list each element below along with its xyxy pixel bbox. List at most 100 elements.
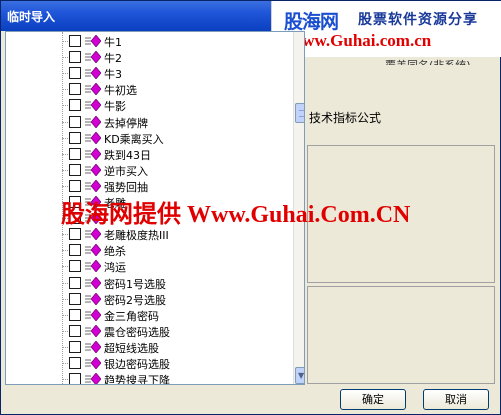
tree-item[interactable]: 牛2 <box>6 49 290 65</box>
tree-item-checkbox[interactable] <box>69 340 81 353</box>
tree-item-checkbox[interactable] <box>69 131 81 144</box>
tree-item-label: 银边密码选股 <box>104 358 170 371</box>
tree-connector <box>62 363 68 364</box>
formula-type-label: 技术指标公式 <box>309 111 382 125</box>
tree-item[interactable]: 强势回抽 <box>6 178 290 194</box>
tree-item[interactable]: 跌到43日 <box>6 146 290 162</box>
tree-item-checkbox[interactable] <box>69 276 81 289</box>
scroll-thumb[interactable] <box>295 103 304 123</box>
tree-item-checkbox[interactable] <box>69 244 81 257</box>
tree-item[interactable]: 牛影 <box>6 97 290 113</box>
grip-icon <box>299 110 304 117</box>
ok-button[interactable]: 确定 <box>340 389 406 410</box>
tree-connector <box>62 314 68 316</box>
formula-icon <box>85 147 101 160</box>
tree-connector <box>62 57 68 59</box>
tree-connector <box>62 169 68 171</box>
tree-item-label: 逆市买入 <box>104 164 148 178</box>
tree-item-checkbox[interactable] <box>69 67 81 80</box>
tree-connector <box>62 298 68 300</box>
formula-icon <box>85 51 101 64</box>
tree-connector <box>62 153 68 155</box>
tree-item-checkbox[interactable] <box>69 99 81 112</box>
tree-item[interactable]: 牛3 <box>6 65 290 81</box>
tree-item-label: 牛1 <box>104 36 122 49</box>
formula-icon <box>85 357 101 369</box>
formula-icon <box>85 83 101 96</box>
tree-connector <box>62 379 68 381</box>
watermark-slogan: 股票软件资源分享 <box>358 12 478 28</box>
tree-item-checkbox[interactable] <box>69 35 81 47</box>
tree-item-label: 牛初选 <box>104 84 137 98</box>
tree-item-label: 金三角密码 <box>104 309 159 323</box>
tree-item-checkbox[interactable] <box>69 324 81 337</box>
scroll-down-button[interactable]: ▼ <box>295 367 305 384</box>
tree-connector <box>62 41 68 42</box>
tree-connector <box>62 282 68 284</box>
tree-item-checkbox[interactable] <box>69 373 81 384</box>
tree-item-checkbox[interactable] <box>69 308 81 321</box>
tree-connector <box>62 250 68 252</box>
tree-item-checkbox[interactable] <box>69 147 81 160</box>
tree-item-checkbox[interactable] <box>69 260 81 273</box>
tree-item-checkbox[interactable] <box>69 115 81 128</box>
tree-item[interactable]: 银边密码选股 <box>6 355 290 371</box>
formula-icon <box>85 340 101 353</box>
tree-item[interactable]: 密码2号选股 <box>6 291 290 307</box>
tree-item-checkbox[interactable] <box>69 292 81 305</box>
tree-item-checkbox[interactable] <box>69 228 81 241</box>
formula-icon <box>85 276 101 289</box>
formula-icon <box>85 67 101 80</box>
tree-item[interactable]: 去掉停牌 <box>6 114 290 130</box>
formula-icon <box>85 373 101 384</box>
overwrite-option[interactable]: 覆盖同名(非系统) <box>307 57 495 109</box>
tree-item-label: 去掉停牌 <box>104 116 148 130</box>
watermark-url: www.Guhai.com.cn <box>290 31 432 50</box>
tree-item-label: 绝杀 <box>104 245 126 259</box>
watermark-header: 股海网 股票软件资源分享 www.Guhai.com.cn <box>271 1 501 57</box>
tree-connector <box>62 234 68 236</box>
formula-icon <box>85 244 101 257</box>
tree-connector <box>62 89 68 91</box>
tree-connector <box>62 137 68 139</box>
tree-connector <box>62 346 68 348</box>
tree-item[interactable]: 逆市买入 <box>6 162 290 178</box>
formula-icon <box>85 308 101 321</box>
tree-item-label: 震仓密码选股 <box>104 325 170 339</box>
watermark-logo: 股海网 <box>284 11 339 33</box>
formula-icon <box>85 179 101 192</box>
cancel-button[interactable]: 取消 <box>423 389 489 410</box>
tree-item-checkbox[interactable] <box>69 357 81 369</box>
tree-connector <box>62 121 68 123</box>
tree-item[interactable]: 牛初选 <box>6 81 290 97</box>
tree-item-checkbox[interactable] <box>69 83 81 96</box>
tree-item[interactable]: 绝杀 <box>6 242 290 258</box>
tree-item-label: 强势回抽 <box>104 180 148 194</box>
tree-item-label: 牛3 <box>104 68 122 82</box>
tree-connector <box>62 105 68 107</box>
tree-item-label: 超短线选股 <box>104 341 159 355</box>
tree-item[interactable]: 牛1 <box>6 33 290 49</box>
tree-connector <box>62 73 68 75</box>
import-dialog: 临时导入 股海网 股票软件资源分享 www.Guhai.com.cn 牛1 牛2 牛… <box>0 0 501 415</box>
tree-item-label: 牛2 <box>104 52 122 66</box>
tree-item-label: KD乘离买入 <box>104 132 164 146</box>
tree-item[interactable]: KD乘离买入 <box>6 130 290 146</box>
tree-item-checkbox[interactable] <box>69 163 81 176</box>
tree-item-label: 密码1号选股 <box>104 277 166 291</box>
tree-item-checkbox[interactable] <box>69 51 81 64</box>
tree-item[interactable]: 超短线选股 <box>6 339 290 355</box>
window-title: 临时导入 <box>7 10 56 24</box>
formula-icon <box>85 163 101 176</box>
tree-item[interactable]: 趋势搜寻下降 <box>6 371 290 384</box>
tree-item[interactable]: 鸿运 <box>6 258 290 274</box>
formula-icon <box>85 292 101 305</box>
formula-icon <box>85 324 101 337</box>
tree-item[interactable]: 金三角密码 <box>6 307 290 323</box>
tree-item-checkbox[interactable] <box>69 179 81 192</box>
tree-item[interactable]: 老雕极度热III <box>6 226 290 242</box>
formula-icon <box>85 131 101 144</box>
tree-item[interactable]: 震仓密码选股 <box>6 323 290 339</box>
chevron-down-icon: ▼ <box>298 371 305 380</box>
tree-item[interactable]: 密码1号选股 <box>6 275 290 291</box>
